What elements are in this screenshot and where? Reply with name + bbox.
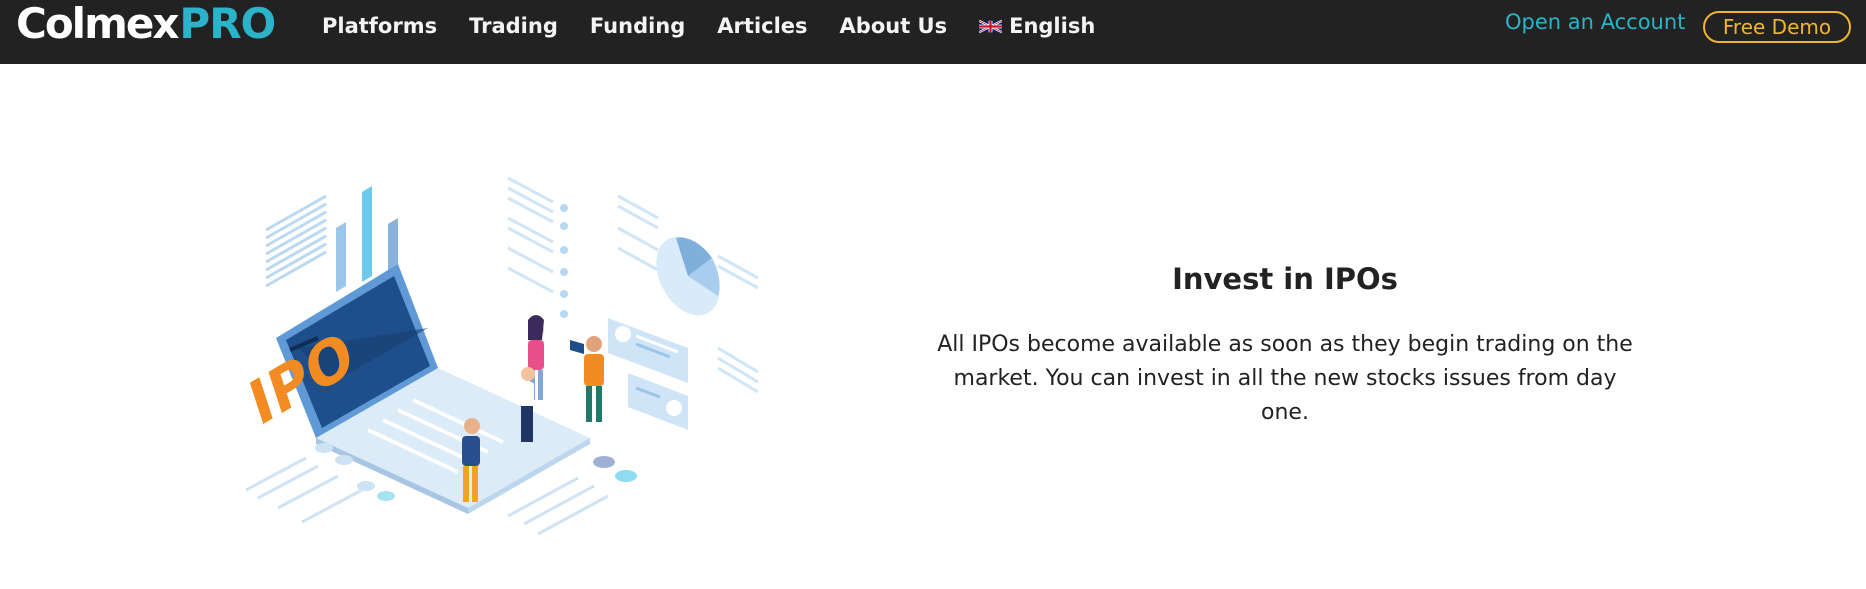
main-nav: Platforms Trading Funding Articles About… [322,0,1095,52]
free-demo-button[interactable]: Free Demo [1703,11,1851,43]
nav-item-funding[interactable]: Funding [590,14,685,38]
language-label: English [1009,14,1096,38]
hero-title: Invest in IPOs [1172,262,1398,296]
logo-wordmark: Colmex [16,0,179,48]
uk-flag-icon [979,19,1003,33]
person-man-orange [570,336,604,422]
decor-stripes-left [265,194,327,288]
ipo-illustration: IPO [242,176,759,536]
open-account-link[interactable]: Open an Account [1505,10,1685,34]
megaphone-icon [570,340,584,354]
decor-dots [560,204,568,318]
nav-item-trading[interactable]: Trading [469,14,558,38]
logo-pro-mark: PRO [179,0,276,48]
language-selector[interactable]: English [979,14,1095,38]
nav-item-platforms[interactable]: Platforms [322,14,437,38]
top-navigation-bar: Colmex PRO Platforms Trading Funding Art… [0,0,1866,64]
laptop-icon: IPO [242,264,590,514]
person-woman-dark [520,367,535,442]
decor-pie-chart [656,236,720,316]
colmex-pro-logo[interactable]: Colmex PRO [16,0,276,48]
decor-profile-cards [608,318,688,430]
hero-content: Invest in IPOs All IPOs become available… [920,262,1650,430]
hero-description: All IPOs become available as soon as the… [937,332,1633,425]
nav-item-about-us[interactable]: About Us [840,14,948,38]
nav-item-articles[interactable]: Articles [717,14,807,38]
